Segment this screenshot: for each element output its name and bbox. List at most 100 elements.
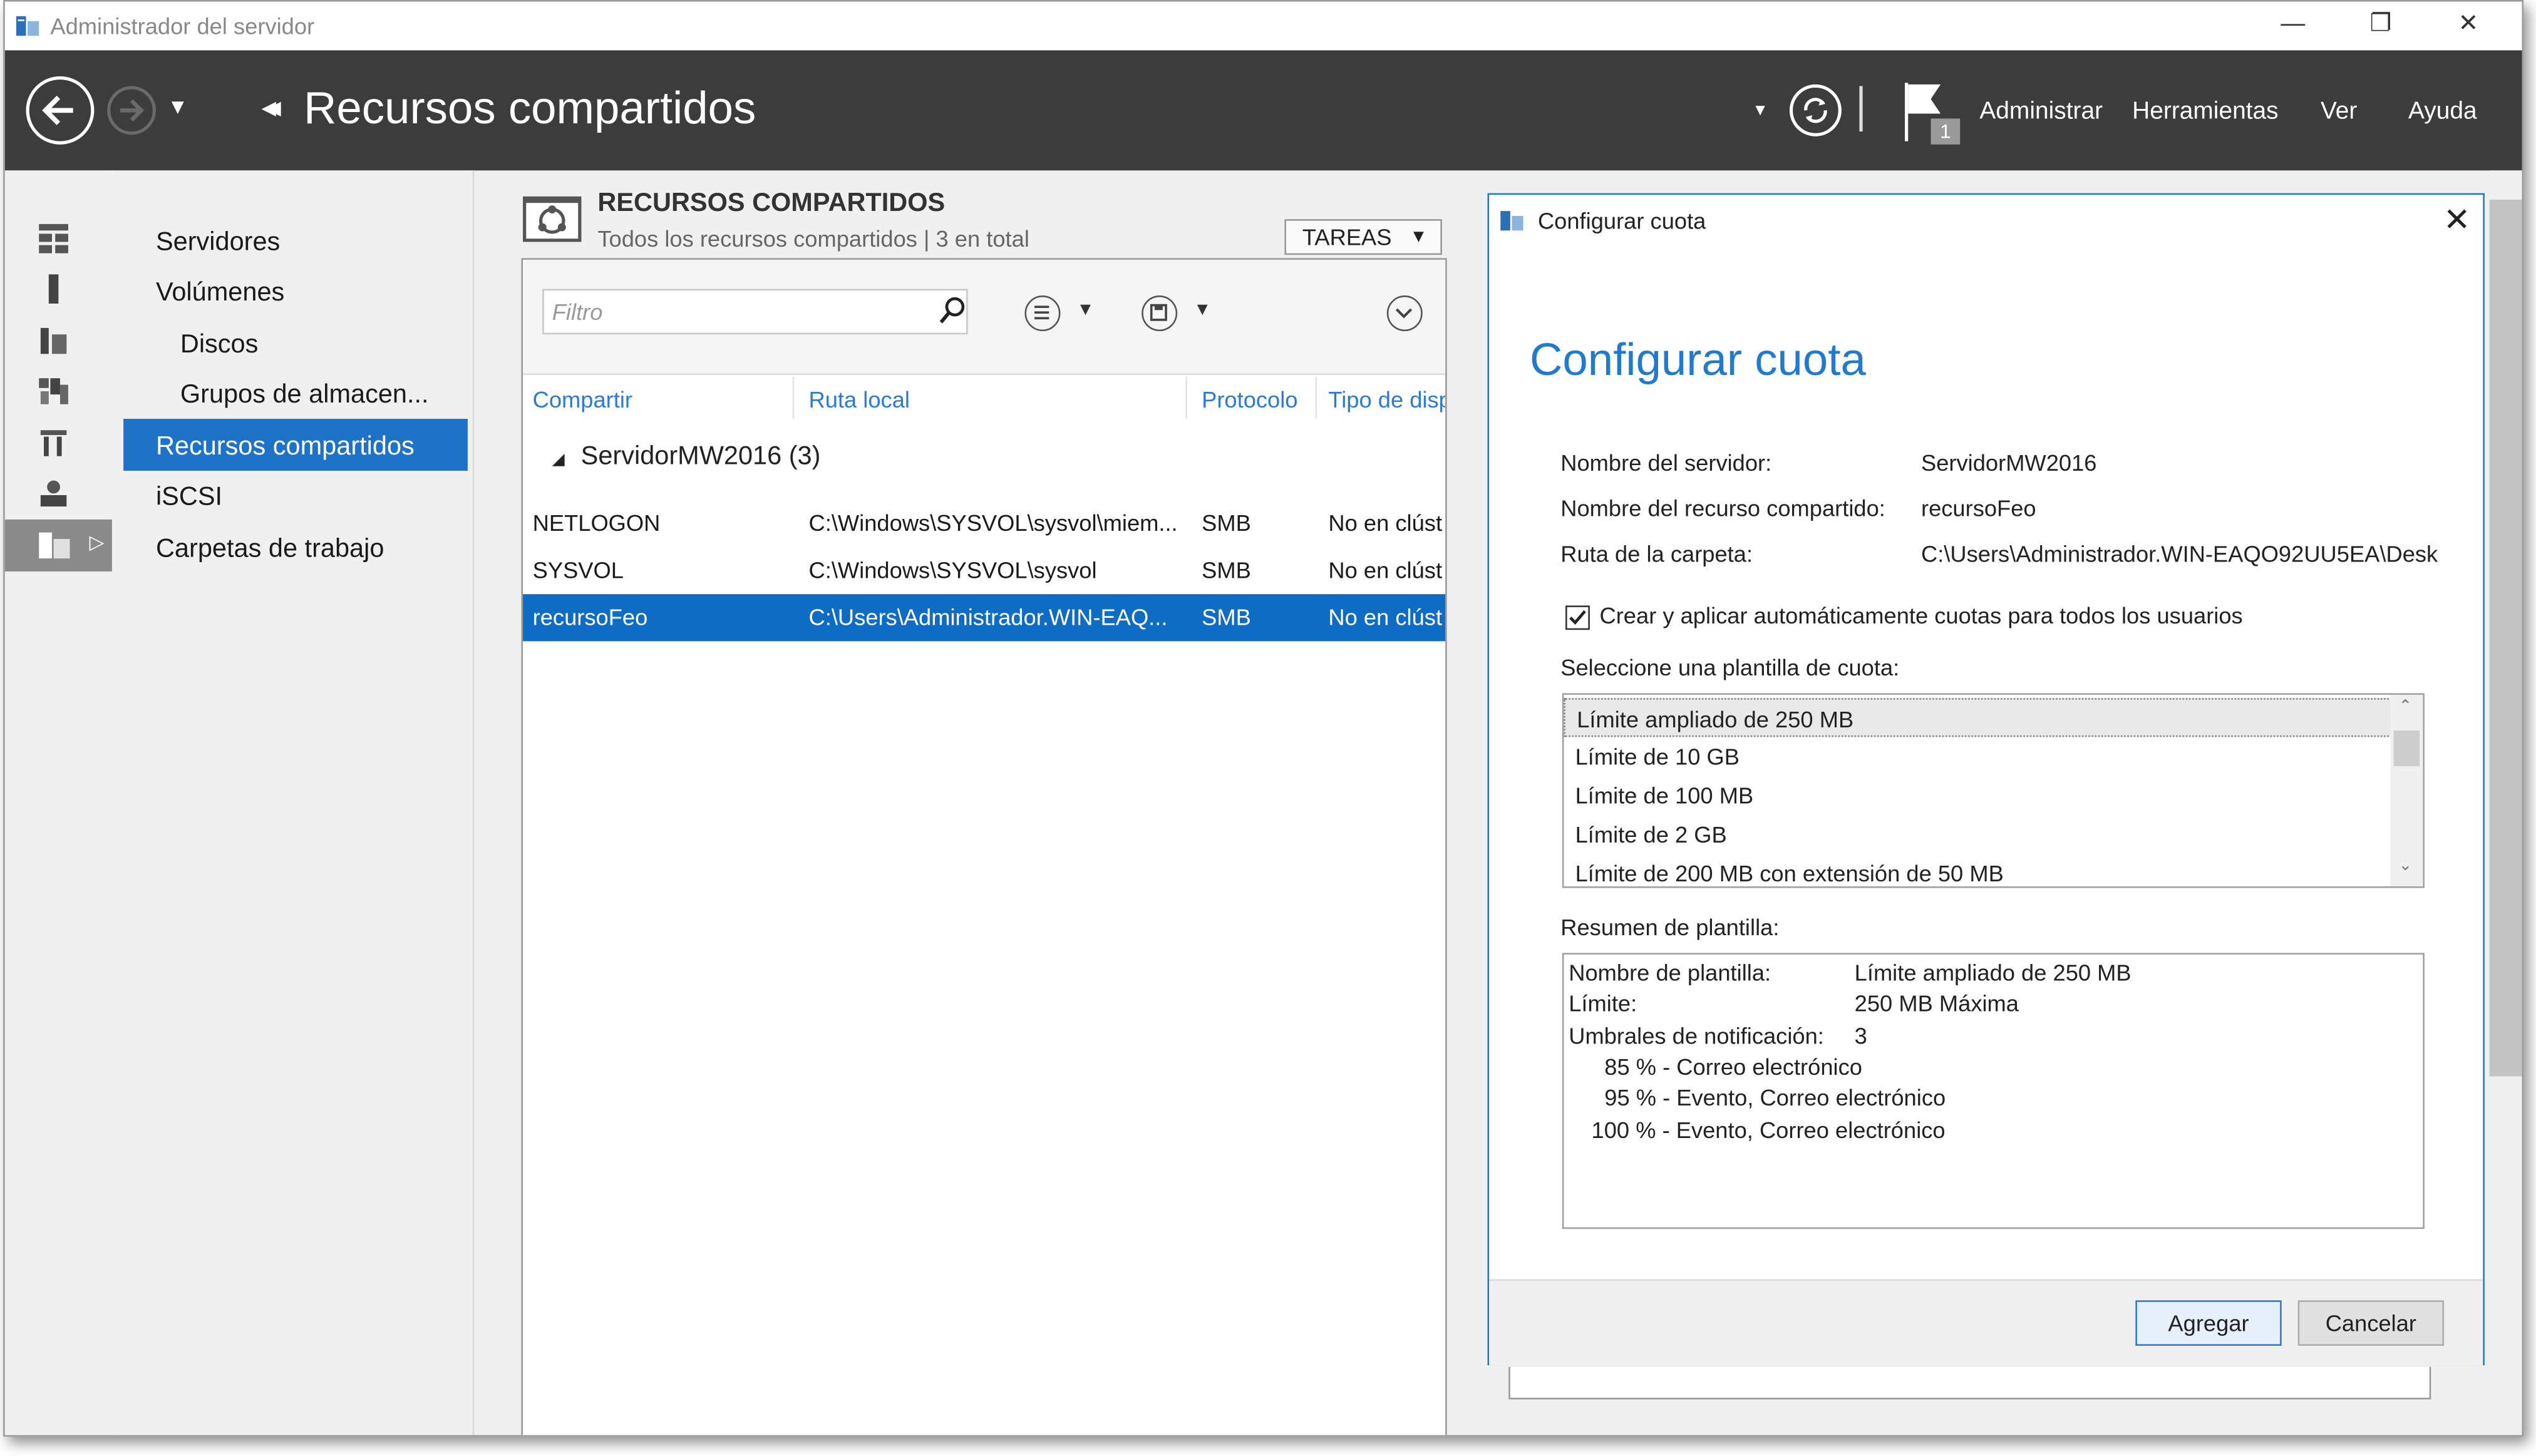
cancel-button[interactable]: Cancelar bbox=[2297, 1300, 2445, 1346]
shares-subtitle: Todos los recursos compartidos | 3 en to… bbox=[597, 225, 1029, 252]
header-separator bbox=[1859, 86, 1863, 132]
list-options-dropdown-icon[interactable]: ▼ bbox=[1076, 300, 1094, 320]
list-item[interactable]: Límite de 10 GB bbox=[1564, 737, 2392, 776]
configure-quota-dialog: Configurar cuota ✕ Configurar cuota Nomb… bbox=[1487, 193, 2485, 1366]
all-servers-icon[interactable] bbox=[38, 325, 70, 357]
dialog-heading: Configurar cuota bbox=[1529, 334, 1866, 385]
table-row[interactable]: SYSVOL C:\Windows\SYSVOL\sysvol SMB No e… bbox=[523, 547, 1445, 594]
filter-placeholder: Filtro bbox=[552, 299, 603, 325]
dialog-close-icon[interactable]: ✕ bbox=[2438, 202, 2477, 240]
rail-item-file-storage-active[interactable]: ▷ bbox=[4, 519, 112, 572]
menu-herramientas[interactable]: Herramientas bbox=[2132, 98, 2278, 125]
nav-item-volumenes[interactable]: Volúmenes bbox=[156, 279, 284, 309]
local-server-icon[interactable] bbox=[38, 273, 70, 305]
notification-count: 1 bbox=[1940, 120, 1951, 142]
cell-path: C:\Users\Administrador.WIN-EAQ... bbox=[808, 603, 1168, 630]
breadcrumb-chevrons-icon[interactable]: ◂◂ bbox=[262, 91, 282, 125]
template-label: Seleccione una plantilla de cuota: bbox=[1560, 654, 1900, 680]
list-item-selected[interactable]: Límite ampliado de 250 MB bbox=[1564, 698, 2393, 737]
column-header-tipo[interactable]: Tipo de disp bbox=[1328, 386, 1445, 412]
menu-ayuda[interactable]: Ayuda bbox=[2408, 98, 2477, 125]
column-divider bbox=[1185, 376, 1187, 419]
column-header-ruta-local[interactable]: Ruta local bbox=[809, 386, 910, 412]
list-item[interactable]: Límite de 100 MB bbox=[1564, 776, 2392, 815]
dashboard-icon[interactable] bbox=[38, 222, 70, 255]
share-name-label: Nombre del recurso compartido: bbox=[1560, 495, 1885, 521]
refresh-dropdown-icon[interactable]: ▼ bbox=[1752, 102, 1768, 120]
column-divider bbox=[1315, 376, 1317, 419]
auto-apply-label[interactable]: Crear y aplicar automáticamente cuotas p… bbox=[1599, 602, 2242, 628]
nav-item-carpetas-trabajo[interactable]: Carpetas de trabajo bbox=[156, 536, 384, 565]
tasks-dropdown[interactable]: TAREAS ▼ bbox=[1284, 219, 1442, 255]
app-header: ▼ ◂◂ Recursos compartidos ▼ 1 Administra… bbox=[4, 50, 2522, 171]
list-options-button[interactable] bbox=[1024, 295, 1061, 332]
ad-ds-icon[interactable] bbox=[38, 375, 70, 408]
column-header-compartir[interactable]: Compartir bbox=[533, 386, 632, 412]
group-label: ServidorMW2016 (3) bbox=[580, 443, 821, 471]
template-list-scroll-thumb[interactable] bbox=[2393, 731, 2420, 767]
window-title: Administrador del servidor bbox=[50, 13, 315, 39]
collapse-button[interactable] bbox=[1386, 295, 1423, 332]
minimize-button[interactable]: — bbox=[2262, 6, 2324, 42]
filter-input[interactable]: Filtro bbox=[542, 289, 968, 335]
save-query-button[interactable] bbox=[1142, 295, 1178, 332]
shares-tile-icon bbox=[523, 196, 582, 242]
close-button[interactable]: ✕ bbox=[2438, 6, 2500, 42]
dialog-app-icon bbox=[1500, 211, 1523, 231]
tasks-chevron-icon: ▼ bbox=[1410, 227, 1428, 247]
page-scrollbar-thumb[interactable] bbox=[2489, 199, 2522, 1077]
forward-button[interactable] bbox=[107, 86, 156, 135]
cell-type: No en clúst bbox=[1328, 510, 1443, 536]
cell-share: NETLOGON bbox=[532, 510, 661, 536]
file-services-hub-icon[interactable] bbox=[38, 477, 70, 510]
add-button[interactable]: Agregar bbox=[2135, 1300, 2282, 1346]
table-row[interactable]: NETLOGON C:\Windows\SYSVOL\sysvol\miem..… bbox=[523, 500, 1445, 547]
shares-tile: RECURSOS COMPARTIDOS Todos los recursos … bbox=[521, 183, 1447, 1435]
scroll-up-icon[interactable]: ⌃ bbox=[2398, 698, 2412, 716]
summary-thresholds-value: 3 bbox=[1854, 1022, 1867, 1049]
template-name: Límite de 10 GB bbox=[1575, 743, 1740, 770]
share-name-value: recursoFeo bbox=[1920, 495, 2036, 521]
page-title: Recursos compartidos bbox=[303, 83, 756, 133]
page-scrollbar[interactable] bbox=[2489, 170, 2522, 1433]
chevron-down-icon bbox=[1395, 308, 1413, 319]
list-item[interactable]: Límite de 2 GB bbox=[1564, 815, 2392, 854]
dns-icon[interactable] bbox=[38, 427, 70, 459]
template-list-scrollbar[interactable]: ⌃ ⌄ bbox=[2390, 694, 2423, 886]
scroll-down-icon[interactable]: ⌄ bbox=[2398, 857, 2412, 875]
nav-item-iscsi[interactable]: iSCSI bbox=[156, 484, 222, 513]
summary-thresholds-label: Umbrales de notificación: bbox=[1569, 1022, 1824, 1049]
server-manager-window: Administrador del servidor — ❐ ✕ ▼ ◂◂ Re… bbox=[3, 0, 2524, 1437]
arrow-right-icon bbox=[120, 99, 145, 122]
quota-template-list[interactable]: Límite ampliado de 250 MB Límite de 10 G… bbox=[1562, 693, 2425, 888]
nav-item-recursos-compartidos[interactable]: Recursos compartidos bbox=[156, 433, 415, 463]
nav-item-discos[interactable]: Discos bbox=[180, 331, 259, 361]
menu-ver[interactable]: Ver bbox=[2321, 98, 2357, 125]
column-header-protocolo[interactable]: Protocolo bbox=[1202, 386, 1297, 412]
nav-item-servidores[interactable]: Servidores bbox=[156, 229, 280, 259]
refresh-icon bbox=[1804, 98, 1827, 123]
template-name: Límite de 100 MB bbox=[1575, 782, 1754, 809]
dialog-window-title: Configurar cuota bbox=[1537, 207, 1706, 234]
table-row-selected[interactable]: recursoFeo C:\Users\Administrador.WIN-EA… bbox=[523, 594, 1446, 642]
cell-protocol: SMB bbox=[1202, 603, 1251, 630]
restore-button[interactable]: ❐ bbox=[2350, 6, 2412, 42]
list-item[interactable]: Límite de 200 MB con extensión de 50 MB bbox=[1564, 854, 2392, 886]
nav-item-grupos-almacenamiento[interactable]: Grupos de almacen... bbox=[180, 381, 429, 411]
collapse-group-icon[interactable]: ◢ bbox=[552, 451, 565, 469]
back-button[interactable] bbox=[26, 76, 95, 145]
menu-administrar[interactable]: Administrar bbox=[1979, 98, 2103, 125]
threshold-line: 85 % - Correo electrónico bbox=[1604, 1054, 1862, 1080]
search-icon[interactable] bbox=[939, 297, 965, 327]
auto-apply-checkbox[interactable] bbox=[1565, 605, 1590, 630]
screen: Administrador del servidor — ❐ ✕ ▼ ◂◂ Re… bbox=[0, 0, 2536, 1456]
refresh-button[interactable] bbox=[1789, 84, 1842, 136]
checkmark-icon bbox=[1569, 610, 1586, 625]
list-icon bbox=[1034, 305, 1049, 320]
group-row[interactable]: ◢ ServidorMW2016 (3) bbox=[552, 443, 821, 473]
notifications-flag-icon[interactable]: 1 bbox=[1902, 79, 1967, 148]
save-query-dropdown-icon[interactable]: ▼ bbox=[1193, 300, 1211, 320]
history-dropdown-icon[interactable]: ▼ bbox=[167, 94, 188, 118]
template-name: Límite de 2 GB bbox=[1575, 821, 1727, 848]
cell-protocol: SMB bbox=[1202, 510, 1251, 536]
